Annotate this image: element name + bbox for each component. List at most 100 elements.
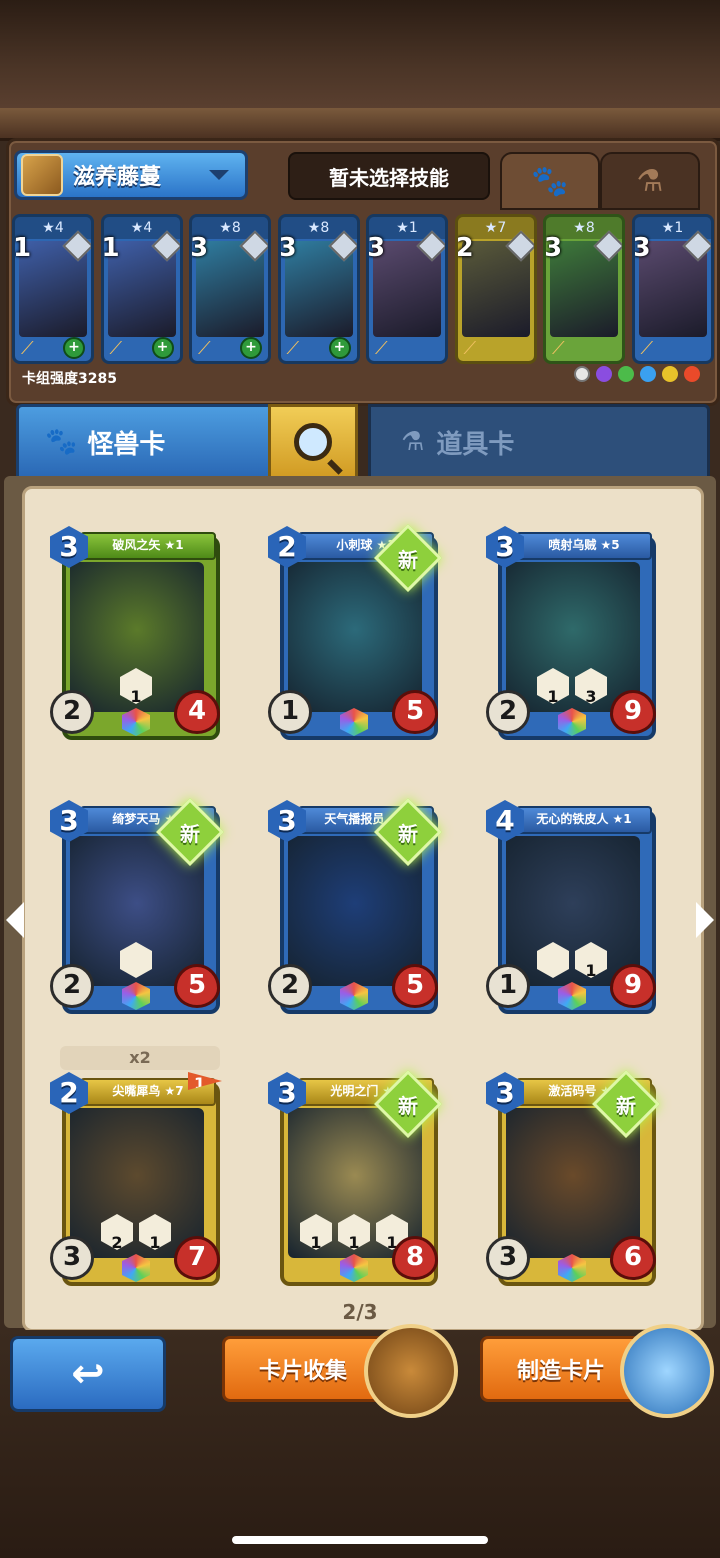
card-health: 6 <box>610 1236 656 1280</box>
ability-icon <box>120 942 152 978</box>
deck-card[interactable]: ★8 3 ⟋ + <box>277 214 360 364</box>
tab-item-label: 道具卡 <box>436 429 515 460</box>
plus-icon: + <box>240 337 262 359</box>
chevron-down-icon <box>209 170 229 180</box>
ability-level: 1 <box>585 961 597 980</box>
deck-card-cost: 1 <box>13 233 32 263</box>
skill-selector[interactable]: 暂未选择技能 <box>288 152 490 200</box>
card-collect-label: 卡片收集 <box>259 1359 348 1384</box>
ability-icon: 1 <box>537 668 569 704</box>
new-badge: 新 <box>162 804 218 860</box>
paw-tab-icon[interactable]: 🐾 <box>500 152 600 210</box>
monster-card[interactable]: 绮梦天马 ★1 3 2 5 新 <box>50 800 220 1014</box>
card-type-tabs: 🐾 怪兽卡 ⚗ 道具卡 <box>16 404 710 480</box>
ability-row: 13 <box>537 668 607 704</box>
monster-card[interactable]: 无心的铁皮人 ★1 4 1 1 9 <box>486 800 656 1014</box>
deck-card-footer: ⟋ <box>552 337 616 359</box>
ability-icon: 1 <box>338 1214 370 1250</box>
monster-card[interactable]: 小刺球 ★1 2 1 5 新 <box>268 526 438 740</box>
new-badge-label: 新 <box>398 1093 418 1118</box>
card-name: 破风之矢 ★1 <box>80 532 216 560</box>
potion-icon: ⚗ <box>401 427 425 457</box>
new-badge-label: 新 <box>398 821 418 846</box>
ability-row <box>120 942 152 978</box>
back-arrow-icon: ↩ <box>71 1351 105 1397</box>
ability-icon: 1 <box>120 668 152 704</box>
card-health: 4 <box>174 690 220 734</box>
tab-monster-cards[interactable]: 🐾 怪兽卡 <box>16 404 274 480</box>
wand-icon: ⟋ <box>463 337 477 359</box>
fire-element-icon <box>684 366 700 382</box>
card-attack: 2 <box>486 690 530 734</box>
card-health: 5 <box>174 964 220 1008</box>
search-button[interactable] <box>268 404 358 480</box>
card-attack: 3 <box>486 1236 530 1280</box>
craft-potion-icon[interactable] <box>620 1324 714 1418</box>
new-badge-label: 新 <box>398 547 418 572</box>
deck-card-cost: 3 <box>278 233 297 263</box>
monster-card[interactable]: 喷射乌贼 ★5 3 13 2 9 <box>486 526 656 740</box>
ability-row: 21 <box>101 1214 171 1250</box>
monster-card[interactable]: 天气播报员 ★1 3 2 5 新 <box>268 800 438 1014</box>
card-name: 喷射乌贼 ★5 <box>516 532 652 560</box>
deck-card-footer: ⟋ + <box>21 337 85 359</box>
tab-monster-label: 怪兽卡 <box>87 429 166 460</box>
ability-icon: 2 <box>101 1214 133 1250</box>
back-button[interactable]: ↩ <box>10 1336 166 1412</box>
deck-card-footer: ⟋ + <box>287 337 351 359</box>
deck-card-footer: ⟋ + <box>110 337 174 359</box>
card-attack: 3 <box>50 1236 94 1280</box>
water-element-icon <box>640 366 656 382</box>
monster-card[interactable]: 尖嘴犀鸟 ★7 2 21 3 7 <box>50 1072 220 1286</box>
ability-level: 2 <box>111 1233 123 1252</box>
deck-card-footer: ⟋ + <box>198 337 262 359</box>
deck-card-cost: 3 <box>544 233 563 263</box>
plus-icon: + <box>151 337 174 359</box>
magnifier-icon <box>294 423 332 461</box>
prev-page-arrow[interactable] <box>6 902 24 938</box>
wood-band <box>0 108 720 141</box>
new-badge-label: 新 <box>180 821 200 846</box>
ability-icon: 3 <box>575 668 607 704</box>
deck-card-cost: 3 <box>190 233 209 263</box>
tab-item-cards[interactable]: ⚗ 道具卡 <box>368 404 710 480</box>
deck-card[interactable]: ★4 1 ⟋ + <box>100 214 183 364</box>
new-badge: 新 <box>598 1076 654 1132</box>
ability-level: 1 <box>310 1233 322 1252</box>
ability-row: 1 <box>537 942 607 978</box>
card-health: 9 <box>610 964 656 1008</box>
next-page-arrow[interactable] <box>696 902 714 938</box>
deck-card[interactable]: ★1 3 ⟋ <box>366 214 448 364</box>
deck-card[interactable]: ★8 3 ⟋ <box>543 214 625 364</box>
plus-icon: + <box>63 337 85 359</box>
neutral-element-icon <box>574 366 590 382</box>
card-health: 5 <box>392 964 438 1008</box>
deck-card-cost: 1 <box>101 233 120 263</box>
card-pack-icon[interactable] <box>364 1324 458 1418</box>
ability-level: 1 <box>149 1233 161 1252</box>
wand-icon: ⟋ <box>109 337 123 359</box>
deck-card[interactable]: ★4 1 ⟋ + <box>12 214 94 364</box>
new-badge-label: 新 <box>616 1093 636 1118</box>
ability-icon: 1 <box>575 942 607 978</box>
craft-card-label: 制造卡片 <box>517 1359 606 1384</box>
deck-card-footer: ⟋ <box>641 337 705 359</box>
deck-selector[interactable]: 滋养藤蔓 <box>14 150 248 200</box>
card-health: 5 <box>392 690 438 734</box>
card-health: 8 <box>392 1236 438 1280</box>
deck-card-cost: 2 <box>455 233 474 263</box>
deck-card[interactable]: ★8 3 ⟋ + <box>189 214 271 364</box>
new-badge: 新 <box>380 530 436 586</box>
monster-card[interactable]: 光明之门 ★1 3 111 8 新 <box>268 1072 438 1286</box>
monster-card[interactable]: 激活码号 ★1 3 3 6 新 <box>486 1072 656 1286</box>
wand-icon: ⟋ <box>198 337 211 359</box>
deck-card[interactable]: ★7 2 ⟋ <box>454 214 537 364</box>
monster-card[interactable]: 破风之矢 ★1 3 1 2 4 <box>50 526 220 740</box>
ability-icon <box>537 942 569 978</box>
deck-card[interactable]: ★1 3 ⟋ <box>631 214 714 364</box>
page-indicator: 2/3 <box>342 1300 378 1324</box>
potion-tab-icon[interactable]: ⚗ <box>600 152 700 210</box>
plus-icon: + <box>328 337 351 359</box>
element-icons <box>574 366 700 382</box>
deck-card-cost: 3 <box>632 233 651 263</box>
